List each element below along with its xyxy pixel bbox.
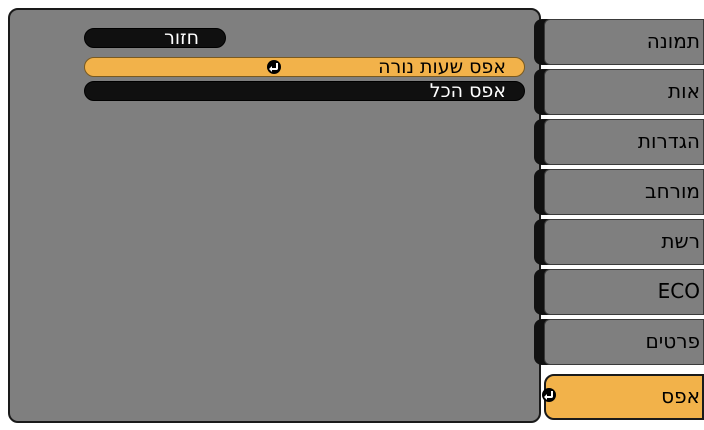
tab-extended[interactable]: מורחב bbox=[534, 169, 704, 215]
tab-network[interactable]: רשת bbox=[534, 219, 704, 265]
back-button-label: חזור bbox=[164, 27, 199, 49]
option-label: אפס שעות נורה bbox=[378, 56, 506, 78]
tab-label: פרטים bbox=[645, 329, 701, 353]
back-button[interactable]: חזור bbox=[84, 28, 226, 48]
option-reset-lamp-hours[interactable]: אפס שעות נורה bbox=[84, 57, 525, 77]
tab-label: תמונה bbox=[646, 29, 700, 53]
tab-label: הגדרות bbox=[637, 129, 700, 153]
option-reset-all[interactable]: אפס הכל bbox=[84, 81, 525, 101]
enter-icon bbox=[267, 60, 281, 74]
option-label: אפס הכל bbox=[429, 80, 506, 102]
tab-label: אות bbox=[668, 79, 700, 103]
tab-reset[interactable]: אפס bbox=[534, 374, 704, 420]
tab-info[interactable]: פרטים bbox=[534, 319, 704, 365]
tab-picture[interactable]: תמונה bbox=[534, 19, 704, 65]
tab-settings[interactable]: הגדרות bbox=[534, 119, 704, 165]
tab-signal[interactable]: אות bbox=[534, 69, 704, 115]
tab-label: רשת bbox=[661, 229, 700, 253]
tab-label: מורחב bbox=[645, 179, 700, 203]
tab-eco[interactable]: ECO bbox=[534, 269, 704, 315]
tab-label: אפס bbox=[661, 384, 700, 408]
tab-label: ECO bbox=[657, 279, 700, 303]
enter-icon bbox=[542, 388, 556, 402]
